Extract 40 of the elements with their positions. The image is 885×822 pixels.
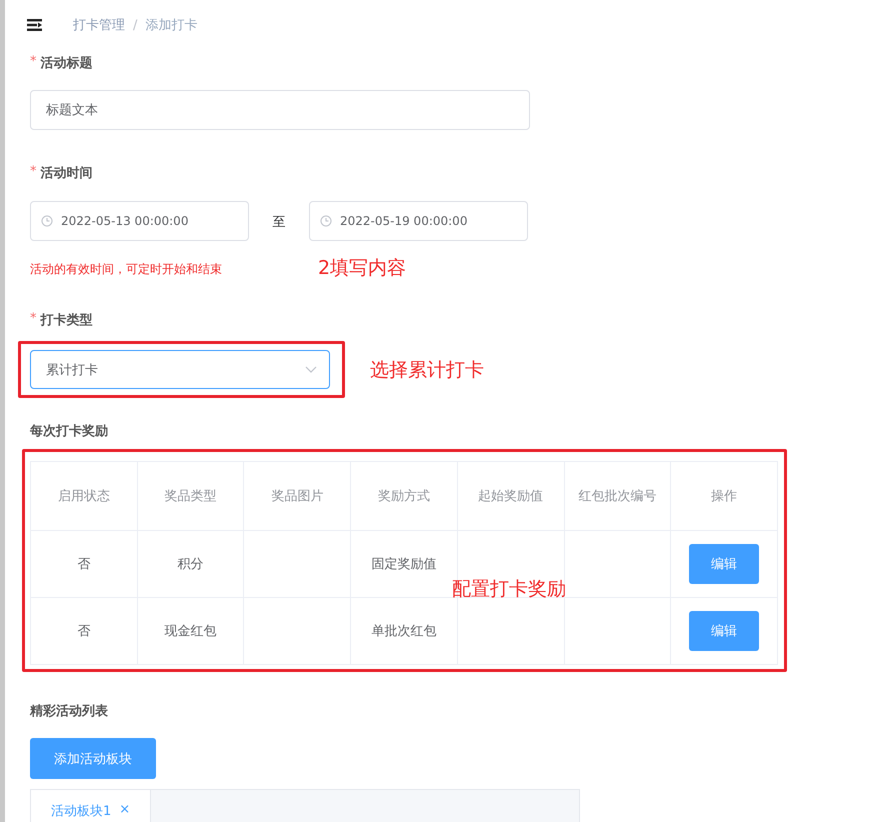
close-icon[interactable]: × [119,802,130,817]
required-asterisk: * [30,164,36,181]
menu-icon[interactable] [27,19,43,31]
field-label: 活动时间 [40,165,92,182]
title-input[interactable]: 标题文本 [30,90,530,130]
breadcrumb-separator: / [133,18,138,32]
table-cell: 单批次红包 [350,598,458,664]
end-date-field[interactable]: 2022-05-19 00:00:00 [309,201,528,241]
breadcrumb-item[interactable]: 添加打卡 [145,16,198,34]
breadcrumb-item[interactable]: 打卡管理 [73,16,125,34]
table-cell: 现金红包 [137,598,244,664]
required-asterisk: * [30,54,36,71]
column-header: 奖品类型 [137,462,244,530]
clock-icon [320,215,332,227]
annotation-text: 2填写内容 [318,256,406,281]
type-select[interactable]: 累计打卡 [30,350,330,389]
column-header: 奖励方式 [350,462,458,530]
section-title: 精彩活动列表 [30,703,108,720]
column-header: 操作 [670,462,778,530]
edit-button[interactable]: 编辑 [689,544,760,584]
column-header: 启用状态 [30,462,138,530]
chevron-down-icon [305,366,317,373]
table-cell: 积分 [137,530,244,598]
range-separator: 至 [272,215,286,230]
column-header: 红包批次编号 [564,462,671,530]
edit-button[interactable]: 编辑 [689,611,760,651]
field-label: 活动标题 [40,55,92,72]
add-block-button[interactable]: 添加活动板块 [30,738,156,779]
table-cell: 否 [30,530,138,598]
annotation-text: 选择累计打卡 [370,358,484,382]
column-header: 奖品图片 [244,462,351,530]
clock-icon [41,215,53,227]
table-cell: 否 [30,598,138,664]
required-asterisk: * [30,311,36,328]
tab[interactable]: 活动板块1 × [31,790,152,822]
start-date-field[interactable]: 2022-05-13 00:00:00 [30,201,249,241]
field-label: 打卡类型 [40,312,92,329]
section-title: 每次打卡奖励 [30,423,108,440]
hint-text: 活动的有效时间，可定时开始和结束 [30,262,222,276]
column-header: 起始奖励值 [457,462,564,530]
